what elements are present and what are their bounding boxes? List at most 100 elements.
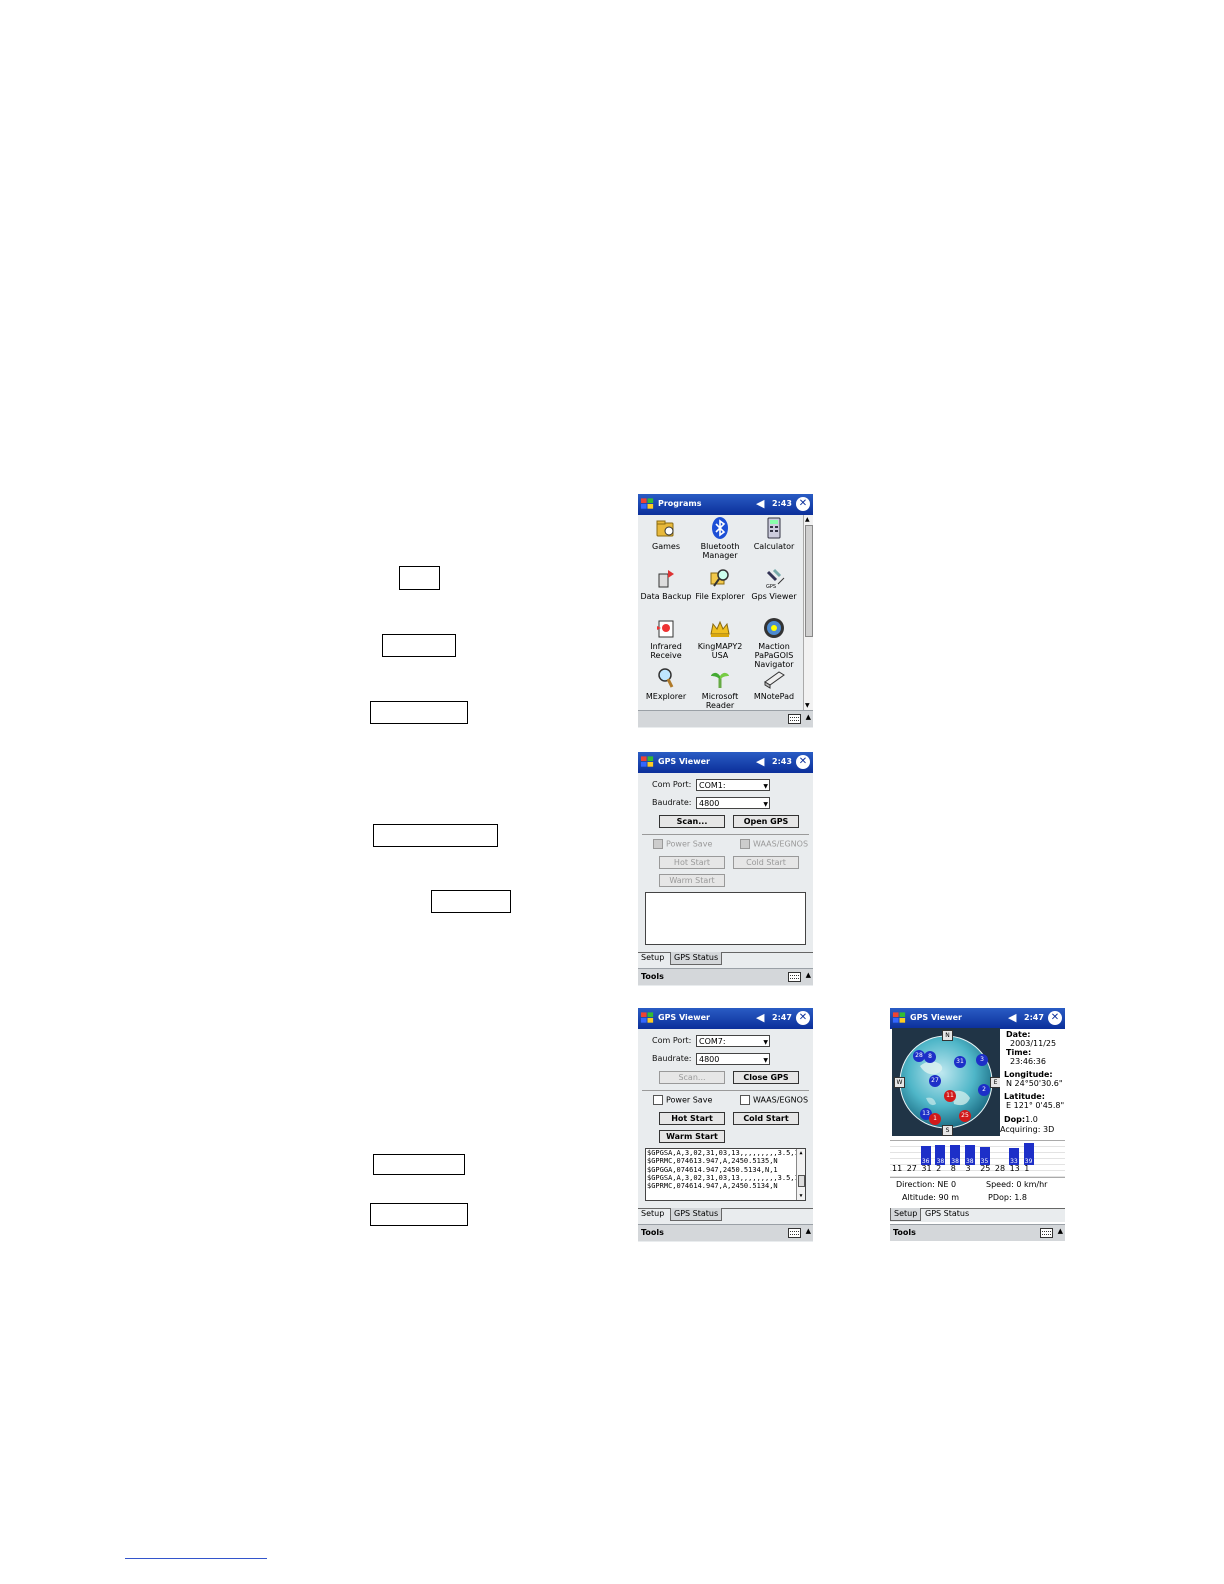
tab-setup[interactable]: Setup xyxy=(638,952,667,964)
program-label: Infrared Receive xyxy=(650,642,682,660)
speed-readout: Speed: 0 km/hr xyxy=(986,1180,1048,1189)
program-item[interactable]: File Explorer xyxy=(692,566,748,601)
program-item[interactable]: Infrared Receive xyxy=(638,616,694,660)
program-item[interactable]: Data Backup xyxy=(638,566,694,601)
program-item[interactable]: Calculator xyxy=(746,516,802,551)
date-label: Date: xyxy=(1006,1030,1031,1039)
windows-start-icon[interactable] xyxy=(640,1010,655,1026)
baudrate-select[interactable]: 4800 ▼ xyxy=(696,1053,770,1065)
speaker-icon[interactable]: ◀︎ xyxy=(756,497,764,510)
program-item[interactable]: Microsoft Reader xyxy=(692,666,748,710)
program-item[interactable]: Maction PaPaGOIS Navigator xyxy=(746,616,802,669)
clock[interactable]: 2:47 xyxy=(772,1013,792,1022)
vertical-scrollbar[interactable]: ▲ ▼ xyxy=(803,515,813,710)
nmea-log-box[interactable]: $GPGSA,A,3,02,31,03,13,,,,,,,,,3.5,1 $GP… xyxy=(645,1148,806,1201)
scan-button[interactable]: Scan... xyxy=(659,815,725,828)
program-item[interactable]: MExplorer xyxy=(638,666,694,701)
log-scrollbar[interactable]: ▲ ▼ xyxy=(796,1149,805,1200)
input-menu-arrow-icon[interactable]: ▲ xyxy=(1058,1227,1063,1235)
waas-egnos-checkbox[interactable]: WAAS/EGNOS xyxy=(740,1095,808,1105)
tools-menu[interactable]: Tools xyxy=(641,1228,664,1237)
cold-start-button[interactable]: Cold Start xyxy=(733,856,799,869)
program-label: MExplorer xyxy=(645,692,687,701)
blank-box-3 xyxy=(370,701,468,724)
baudrate-value: 4800 xyxy=(699,799,720,808)
program-item[interactable]: Games xyxy=(638,516,694,551)
power-save-checkbox[interactable]: Power Save xyxy=(653,1095,712,1105)
windows-start-icon[interactable] xyxy=(640,496,655,512)
longitude-label: Longitude: xyxy=(1004,1070,1053,1079)
keyboard-icon[interactable] xyxy=(788,972,801,982)
scroll-down-icon[interactable]: ▼ xyxy=(805,702,810,709)
waas-egnos-label: WAAS/EGNOS xyxy=(753,839,809,849)
tab-setup[interactable]: Setup xyxy=(890,1208,922,1221)
clock[interactable]: 2:43 xyxy=(772,757,792,766)
program-item[interactable]: KingMAPY2 USA xyxy=(692,616,748,660)
com-port-value: COM7: xyxy=(699,1037,726,1046)
title-bar: Programs ◀︎ 2:43 ✕ xyxy=(638,494,813,515)
bottom-bar: Tools ▲ xyxy=(638,968,813,985)
waas-egnos-checkbox[interactable]: WAAS/EGNOS xyxy=(740,839,808,849)
open-gps-button[interactable]: Open GPS xyxy=(733,815,799,828)
baudrate-label: Baudrate: xyxy=(652,798,692,807)
scroll-thumb[interactable] xyxy=(805,525,813,637)
scroll-up-icon[interactable]: ▲ xyxy=(797,1149,805,1157)
infrared-icon xyxy=(654,616,678,640)
close-icon[interactable]: ✕ xyxy=(796,497,810,511)
input-menu-arrow-icon[interactable]: ▲ xyxy=(806,971,811,979)
clock[interactable]: 2:43 xyxy=(772,499,792,508)
close-icon[interactable]: ✕ xyxy=(796,755,810,769)
power-save-checkbox[interactable]: Power Save xyxy=(653,839,712,849)
blank-box-5 xyxy=(431,890,511,913)
time-value: 23:46:36 xyxy=(1010,1057,1046,1066)
keyboard-icon[interactable] xyxy=(788,1228,801,1238)
close-gps-button[interactable]: Close GPS xyxy=(733,1071,799,1084)
nmea-log-box[interactable] xyxy=(645,892,806,945)
program-label: Bluetooth Manager xyxy=(700,542,740,560)
scroll-down-icon[interactable]: ▼ xyxy=(797,1192,805,1200)
clock[interactable]: 2:47 xyxy=(1024,1013,1044,1022)
hot-start-button[interactable]: Hot Start xyxy=(659,1112,725,1125)
signal-bar: 36 xyxy=(920,1146,931,1165)
tab-gps-status[interactable]: GPS Status xyxy=(670,952,723,965)
warm-start-button[interactable]: Warm Start xyxy=(659,874,725,887)
scroll-up-icon[interactable]: ▲ xyxy=(805,516,810,523)
gps-setup-screen-com7: GPS Viewer ◀︎ 2:47 ✕ Com Port: COM7: ▼ B… xyxy=(638,1008,813,1242)
navigator-icon xyxy=(762,616,786,640)
program-item[interactable]: Bluetooth Manager xyxy=(692,516,748,560)
program-item[interactable]: GPS Gps Viewer xyxy=(746,566,802,601)
satellite-marker: 3 xyxy=(976,1054,988,1066)
tab-setup[interactable]: Setup xyxy=(638,1208,667,1220)
speaker-icon[interactable]: ◀︎ xyxy=(1008,1011,1016,1024)
close-icon[interactable]: ✕ xyxy=(1048,1011,1062,1025)
tools-menu[interactable]: Tools xyxy=(893,1228,916,1237)
warm-start-button[interactable]: Warm Start xyxy=(659,1130,725,1143)
cold-start-button[interactable]: Cold Start xyxy=(733,1112,799,1125)
keyboard-icon[interactable] xyxy=(1040,1228,1053,1238)
tab-strip: Setup GPS Status xyxy=(890,1208,1065,1222)
program-label: Data Backup xyxy=(640,592,692,601)
tab-gps-status[interactable]: GPS Status xyxy=(670,1208,723,1221)
direction-readout: Direction: NE 0 xyxy=(896,1180,957,1189)
close-icon[interactable]: ✕ xyxy=(796,1011,810,1025)
tab-gps-status[interactable]: GPS Status xyxy=(922,1208,972,1220)
hot-start-button[interactable]: Hot Start xyxy=(659,856,725,869)
input-menu-arrow-icon[interactable]: ▲ xyxy=(806,713,811,721)
input-menu-arrow-icon[interactable]: ▲ xyxy=(806,1227,811,1235)
power-save-label: Power Save xyxy=(666,1095,713,1105)
scan-button[interactable]: Scan... xyxy=(659,1071,725,1084)
tools-menu[interactable]: Tools xyxy=(641,972,664,981)
windows-start-icon[interactable] xyxy=(892,1010,907,1026)
com-port-select[interactable]: COM1: ▼ xyxy=(696,779,770,791)
com-port-select[interactable]: COM7: ▼ xyxy=(696,1035,770,1047)
keyboard-icon[interactable] xyxy=(788,714,801,724)
compass-e: E xyxy=(990,1077,1000,1088)
scroll-thumb[interactable] xyxy=(798,1175,805,1187)
windows-start-icon[interactable] xyxy=(640,754,655,770)
baudrate-select[interactable]: 4800 ▼ xyxy=(696,797,770,809)
programs-screen: Programs ◀︎ 2:43 ✕ Games Bluetooth Manage… xyxy=(638,494,813,728)
data-backup-icon xyxy=(654,566,678,590)
program-item[interactable]: MNotePad xyxy=(746,666,802,701)
speaker-icon[interactable]: ◀︎ xyxy=(756,1011,764,1024)
speaker-icon[interactable]: ◀︎ xyxy=(756,755,764,768)
